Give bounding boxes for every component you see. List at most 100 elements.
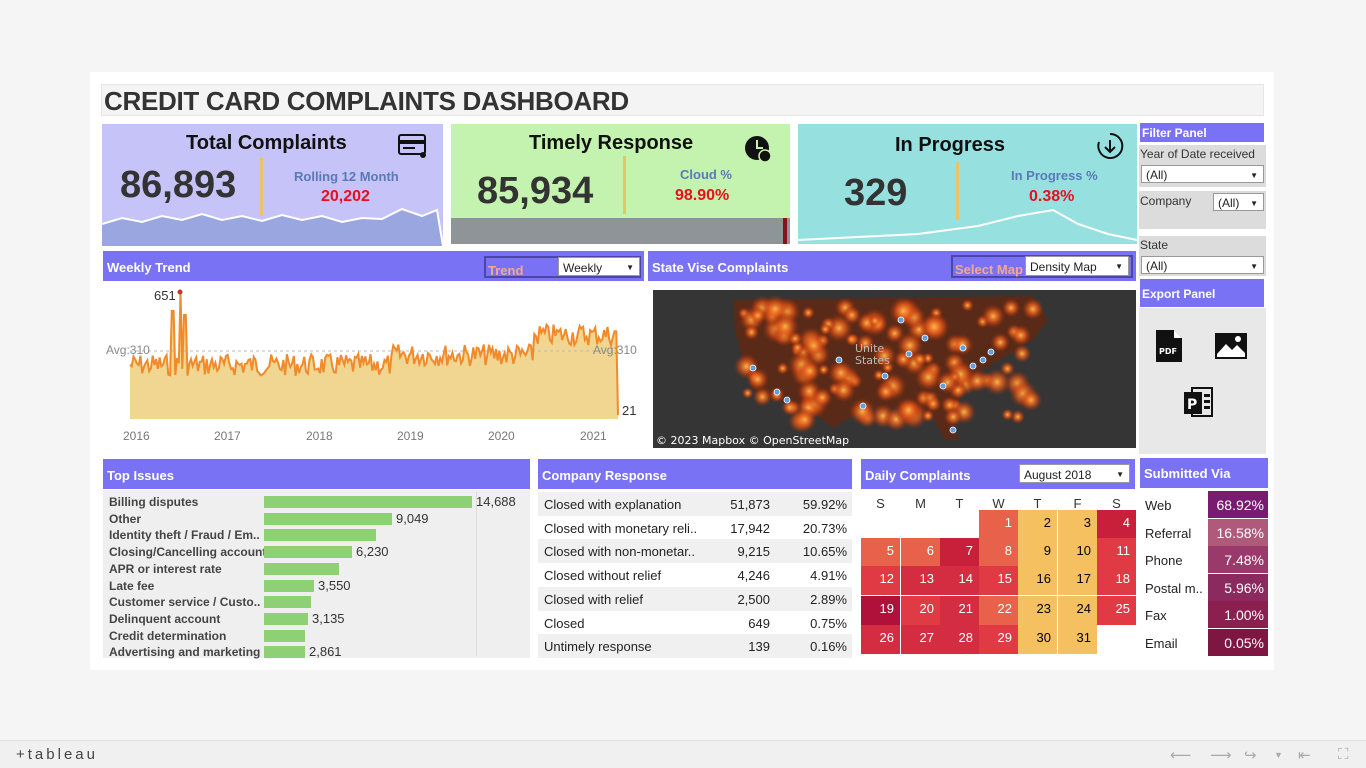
- calendar-day[interactable]: 26: [861, 625, 900, 654]
- calendar-day[interactable]: 22: [979, 596, 1018, 625]
- weekly-avg-left: Avg:310: [106, 343, 150, 357]
- kpi-progress-sub-label: In Progress %: [1011, 168, 1098, 183]
- year-filter-label: Year of Date received: [1140, 147, 1255, 161]
- submitted-row[interactable]: Phone 7.48%: [1140, 546, 1268, 574]
- calendar-day[interactable]: 1: [979, 510, 1018, 539]
- submitted-row[interactable]: Postal m.. 5.96%: [1140, 573, 1268, 601]
- submitted-row[interactable]: Fax 1.00%: [1140, 601, 1268, 629]
- calendar-day[interactable]: 4: [1097, 510, 1136, 539]
- response-row[interactable]: Untimely response 139 0.16%: [538, 634, 852, 659]
- month-dropdown[interactable]: August 2018 ▼: [1019, 464, 1130, 483]
- issue-name: Customer service / Custo..: [109, 595, 261, 610]
- image-export-icon[interactable]: [1214, 332, 1248, 360]
- calendar-day[interactable]: 25: [1097, 596, 1136, 625]
- submitted-channel: Web: [1145, 498, 1172, 513]
- issue-row[interactable]: Delinquent account 3,135: [109, 611, 529, 627]
- company-filter-dropdown[interactable]: (All) ▼: [1213, 193, 1264, 211]
- issue-row[interactable]: Credit determination: [109, 628, 529, 644]
- revert-icon[interactable]: ↪: [1244, 746, 1257, 764]
- submitted-pct: 5.96%: [1208, 573, 1268, 601]
- calendar-day[interactable]: 5: [861, 538, 900, 567]
- kpi-timely-card[interactable]: Timely Response 85,934 Cloud % 98.90%: [451, 124, 790, 244]
- response-row[interactable]: Closed with explanation 51,873 59.92%: [538, 492, 852, 516]
- calendar-day[interactable]: 13: [901, 566, 940, 595]
- calendar-day[interactable]: 24: [1058, 596, 1097, 625]
- year-filter-dropdown[interactable]: (All) ▼: [1141, 165, 1264, 183]
- calendar-day[interactable]: 23: [1018, 596, 1057, 625]
- submitted-pct: 0.05%: [1208, 629, 1268, 656]
- calendar-day[interactable]: 17: [1058, 566, 1097, 595]
- undo-icon[interactable]: ⟵: [1170, 746, 1192, 764]
- calendar-day[interactable]: 9: [1018, 538, 1057, 567]
- issue-name: Identity theft / Fraud / Em..: [109, 528, 260, 543]
- kpi-total-card[interactable]: Total Complaints 86,893 Rolling 12 Month…: [102, 124, 443, 246]
- calendar-day[interactable]: 10: [1058, 538, 1097, 567]
- dashboard-title: CREDIT CARD COMPLAINTS DASHBOARD: [104, 86, 629, 116]
- issue-row[interactable]: Customer service / Custo..: [109, 594, 529, 610]
- calendar-day[interactable]: 19: [861, 596, 900, 625]
- issue-row[interactable]: Other 9,049: [109, 511, 529, 527]
- kpi-timely-bar-end: [783, 218, 787, 244]
- pdf-export-icon[interactable]: PDF: [1155, 329, 1183, 363]
- calendar-day[interactable]: 2: [1018, 510, 1057, 539]
- map-type-dropdown[interactable]: Density Map ▼: [1025, 256, 1129, 276]
- calendar-day[interactable]: 18: [1097, 566, 1136, 595]
- issue-name: Late fee: [109, 578, 155, 593]
- calendar-day[interactable]: 27: [901, 625, 940, 654]
- submitted-pct: 1.00%: [1208, 601, 1268, 629]
- calendar-day[interactable]: 30: [1018, 625, 1057, 654]
- issue-row[interactable]: Advertising and marketing 2,861: [109, 644, 529, 660]
- calendar-day[interactable]: 16: [1018, 566, 1057, 595]
- company-filter-value: (All): [1218, 196, 1240, 210]
- response-pct: 4.91%: [810, 568, 847, 584]
- submitted-row[interactable]: Web 68.92%: [1140, 491, 1268, 518]
- submitted-row[interactable]: Referral 16.58%: [1140, 518, 1268, 546]
- chevron-down-icon[interactable]: ▼: [1274, 750, 1283, 760]
- svg-text:P: P: [1187, 397, 1197, 413]
- calendar-day[interactable]: 3: [1058, 510, 1097, 539]
- fullscreen-icon[interactable]: ⛶: [1338, 746, 1349, 763]
- response-count: 9,215: [737, 544, 770, 560]
- trend-dropdown[interactable]: Weekly ▼: [558, 257, 640, 276]
- chevron-down-icon: ▼: [1250, 171, 1258, 180]
- calendar-day[interactable]: 7: [940, 538, 979, 567]
- calendar-day[interactable]: 29: [979, 625, 1018, 654]
- issue-row[interactable]: Billing disputes 14,688: [109, 494, 529, 510]
- calendar-day[interactable]: 15: [979, 566, 1018, 595]
- state-filter-dropdown[interactable]: (All) ▼: [1141, 256, 1264, 274]
- calendar-day[interactable]: 6: [901, 538, 940, 567]
- calendar-day[interactable]: 20: [901, 596, 940, 625]
- response-row[interactable]: Closed without relief 4,246 4.91%: [538, 563, 852, 587]
- calendar-day[interactable]: 31: [1058, 625, 1097, 654]
- issue-value: 6,230: [356, 544, 389, 560]
- kpi-total-title: Total Complaints: [186, 132, 347, 154]
- issue-row[interactable]: APR or interest rate: [109, 561, 529, 577]
- first-page-icon[interactable]: ⇤: [1298, 746, 1311, 764]
- calendar-day[interactable]: 14: [940, 566, 979, 595]
- issue-row[interactable]: Closing/Cancelling account 6,230: [109, 544, 529, 560]
- weekday-header: T: [1033, 496, 1042, 511]
- powerpoint-export-icon[interactable]: P: [1182, 386, 1214, 418]
- issue-row[interactable]: Identity theft / Fraud / Em..: [109, 527, 529, 543]
- issue-value: 2,861: [309, 644, 342, 660]
- issue-bar: [264, 646, 305, 659]
- calendar-day[interactable]: 8: [979, 538, 1018, 567]
- submitted-row[interactable]: Email 0.05%: [1140, 629, 1268, 656]
- kpi-progress-card[interactable]: In Progress 329 In Progress % 0.38%: [798, 124, 1137, 244]
- kpi-total-value: 86,893: [120, 164, 237, 206]
- company-filter-label: Company: [1140, 194, 1192, 208]
- response-row[interactable]: Closed with non-monetar.. 9,215 10.65%: [538, 539, 852, 564]
- response-row[interactable]: Closed with monetary reli.. 17,942 20.73%: [538, 516, 852, 540]
- response-row[interactable]: Closed with relief 2,500 2.89%: [538, 586, 852, 611]
- response-pct: 2.89%: [810, 591, 847, 607]
- response-row[interactable]: Closed 649 0.75%: [538, 611, 852, 635]
- issue-row[interactable]: Late fee 3,550: [109, 578, 529, 594]
- state-density-map[interactable]: Unite States © 2023 Mapbox © OpenStreetM…: [653, 290, 1136, 448]
- redo-icon[interactable]: ⟶: [1210, 746, 1232, 764]
- calendar-day[interactable]: 12: [861, 566, 900, 595]
- calendar-day[interactable]: 21: [940, 596, 979, 625]
- calendar-day[interactable]: 28: [940, 625, 979, 654]
- response-pct: 20.73%: [802, 520, 847, 536]
- calendar-day[interactable]: 11: [1097, 538, 1136, 567]
- tableau-logo: +tableau: [16, 746, 98, 763]
